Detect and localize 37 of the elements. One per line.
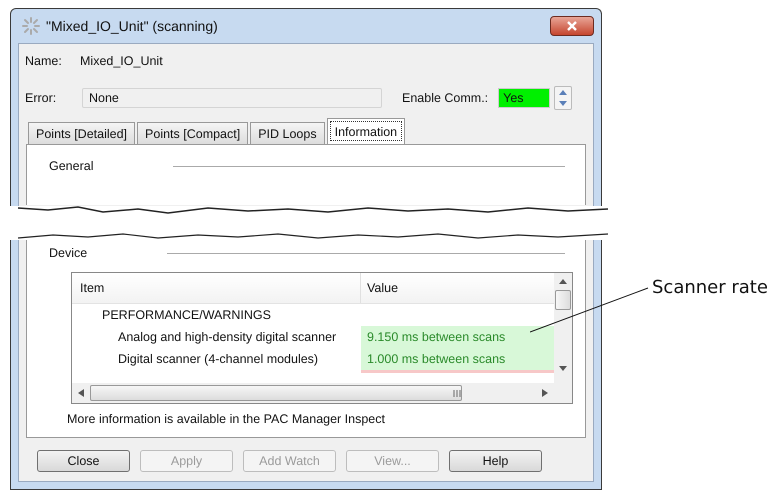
scroll-thumb[interactable]	[90, 385, 462, 401]
enable-comm-label: Enable Comm.:	[402, 91, 488, 105]
scroll-left-icon[interactable]	[78, 389, 84, 397]
spin-buttons[interactable]	[554, 86, 572, 110]
name-label: Name:	[25, 54, 63, 68]
group-heading: PERFORMANCE/WARNINGS	[101, 307, 272, 324]
dialog-button[interactable]: Help	[449, 450, 542, 472]
close-button[interactable]	[550, 16, 594, 36]
name-value: Mixed_IO_Unit	[80, 54, 163, 68]
tab[interactable]: PID Loops	[250, 122, 325, 144]
error-label: Error:	[25, 91, 58, 105]
error-field: None	[82, 88, 382, 108]
section-heading: Device	[49, 246, 88, 260]
enable-comm-field[interactable]: Yes	[498, 88, 550, 108]
table-cell: 1.000 ms between scans	[361, 348, 554, 370]
dialog-button[interactable]: Close	[37, 450, 130, 472]
tab[interactable]: Points [Compact]	[137, 122, 248, 144]
scroll-down-icon[interactable]	[559, 366, 567, 371]
close-icon	[566, 21, 578, 31]
column-header[interactable]: Value	[361, 273, 554, 303]
window-title: "Mixed_IO_Unit" (scanning)	[46, 18, 218, 34]
callout-text: Scanner rate	[652, 277, 768, 298]
spinner-icon	[22, 17, 40, 35]
table-cell-text: Digital scanner (4-channel modules)	[117, 351, 320, 368]
info-note: More information is available in the PAC Manager Inspect	[67, 412, 386, 426]
tab[interactable]: Information	[326, 118, 406, 144]
section-heading: General	[49, 159, 94, 173]
scroll-up-icon[interactable]	[559, 279, 567, 284]
column-header[interactable]: Item	[72, 273, 361, 303]
tab[interactable]: Points [Detailed]	[28, 122, 136, 144]
table-cell-text: Analog and high-density digital scanner	[117, 329, 338, 346]
table-cell: 9.150 ms between scans	[361, 326, 554, 348]
grip-icon	[453, 390, 461, 396]
scroll-thumb[interactable]	[555, 290, 571, 310]
scroll-right-icon[interactable]	[542, 389, 548, 397]
horizontal-scrollbar[interactable]	[72, 383, 554, 403]
vertical-scrollbar[interactable]	[554, 273, 572, 403]
